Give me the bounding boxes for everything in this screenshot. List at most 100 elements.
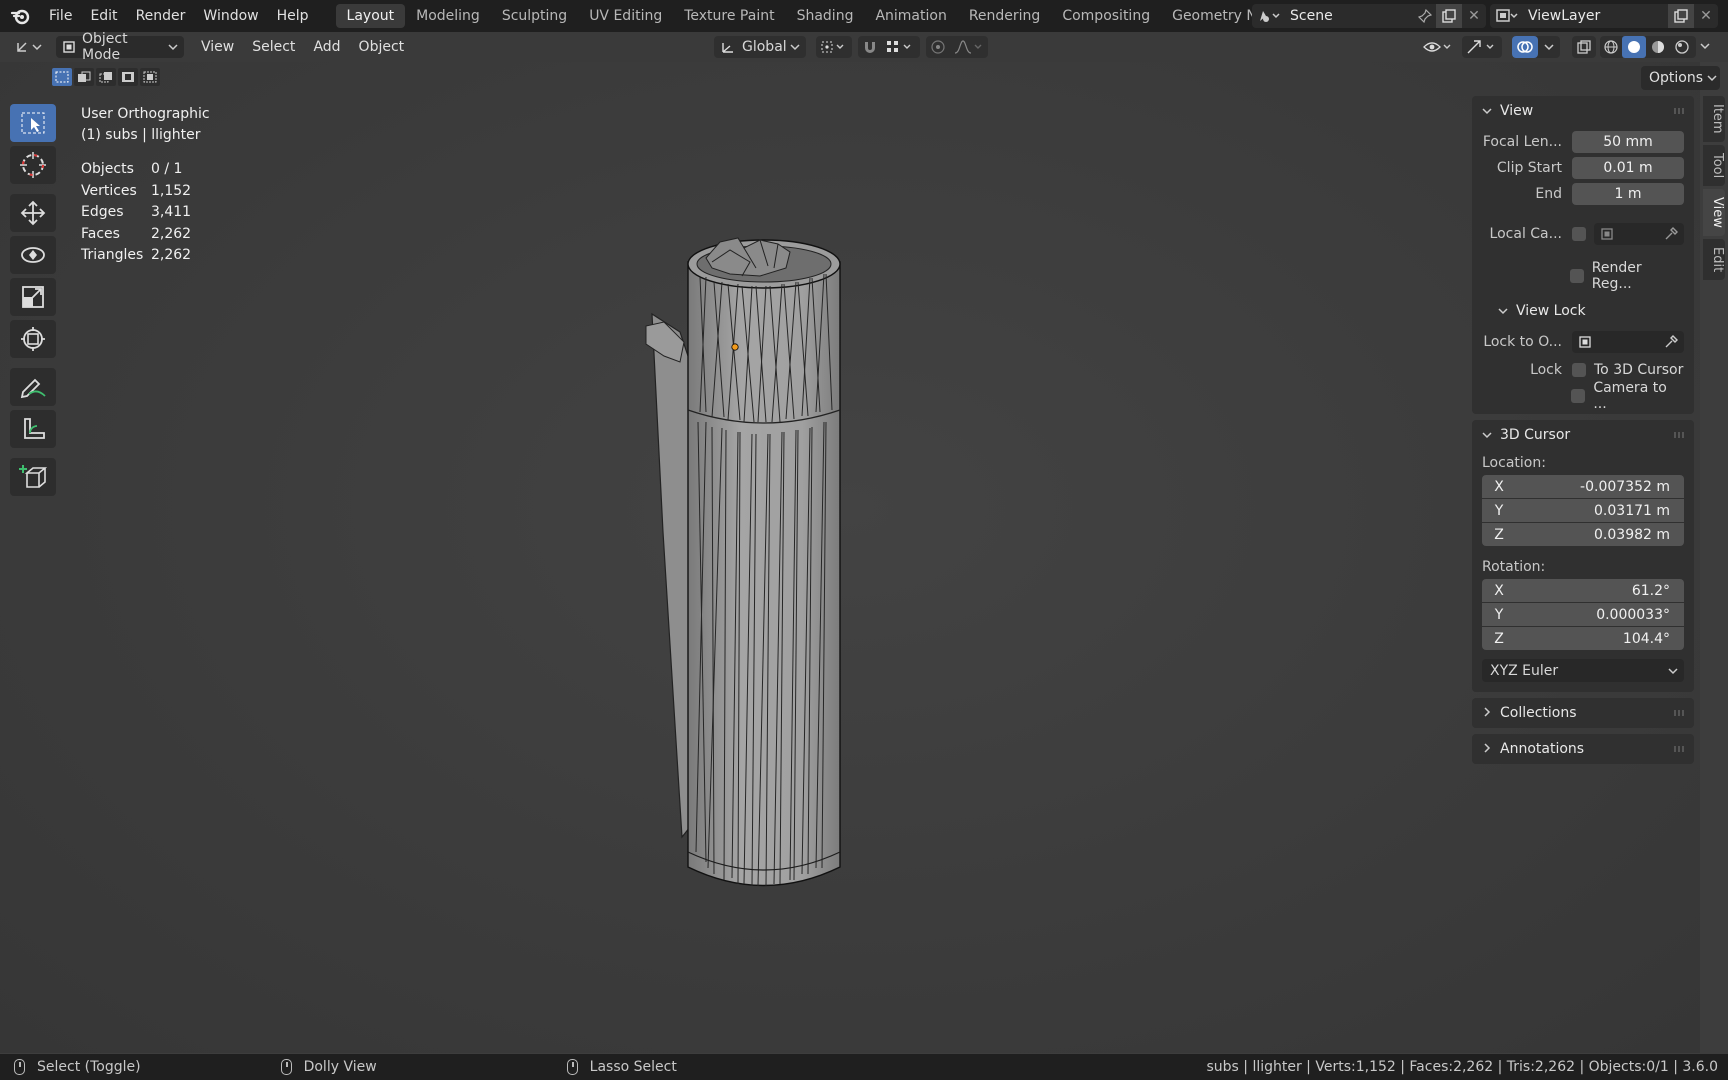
clip-start-field[interactable]: 0.01 m bbox=[1572, 157, 1684, 179]
menu-add[interactable]: Add bbox=[304, 39, 349, 55]
select-intersect-icon[interactable] bbox=[140, 68, 160, 86]
view-layer-selector[interactable]: ViewLayer ✕ bbox=[1490, 4, 1718, 28]
3d-cursor-header[interactable]: 3D Cursor bbox=[1472, 420, 1694, 450]
annotations-panel[interactable]: Annotations bbox=[1472, 734, 1694, 764]
tab-sculpting[interactable]: Sculpting bbox=[491, 4, 578, 28]
snap-grid-icon[interactable] bbox=[882, 40, 920, 54]
cursor-tool[interactable] bbox=[10, 146, 56, 184]
menu-object[interactable]: Object bbox=[350, 39, 414, 55]
wireframe-shading-icon[interactable] bbox=[1600, 39, 1622, 55]
cursor-rotation-x[interactable]: X 61.2° bbox=[1482, 579, 1684, 602]
object-info: (1) subs | llighter bbox=[81, 127, 201, 143]
view-panel-header[interactable]: View bbox=[1472, 96, 1694, 126]
overlays-dropdown[interactable] bbox=[1512, 36, 1560, 58]
menu-render[interactable]: Render bbox=[127, 0, 195, 32]
drag-grip-icon[interactable] bbox=[1674, 710, 1686, 716]
drag-grip-icon[interactable] bbox=[1674, 746, 1686, 752]
move-tool[interactable] bbox=[10, 194, 56, 232]
annotations-header[interactable]: Annotations bbox=[1472, 734, 1694, 764]
tab-view[interactable]: View bbox=[1703, 188, 1725, 236]
drag-grip-icon[interactable] bbox=[1674, 108, 1686, 114]
proportional-editing[interactable] bbox=[926, 36, 988, 58]
material-shading-icon[interactable] bbox=[1646, 39, 1670, 55]
focal-length-field[interactable]: 50 mm bbox=[1572, 131, 1684, 153]
menu-view[interactable]: View bbox=[192, 39, 243, 55]
new-view-layer-icon[interactable] bbox=[1668, 4, 1694, 28]
new-scene-icon[interactable] bbox=[1436, 4, 1462, 28]
cursor-rotation-y[interactable]: Y 0.000033° bbox=[1482, 603, 1684, 626]
tab-uv-editing[interactable]: UV Editing bbox=[578, 4, 673, 28]
lighter-mesh[interactable] bbox=[0, 62, 1700, 1053]
pivot-dropdown[interactable] bbox=[816, 36, 852, 58]
tab-texture-paint[interactable]: Texture Paint bbox=[673, 4, 785, 28]
eyedropper-icon[interactable] bbox=[1664, 227, 1678, 241]
tab-rendering[interactable]: Rendering bbox=[958, 4, 1052, 28]
cursor-location-y[interactable]: Y 0.03171 m bbox=[1482, 499, 1684, 522]
editor-type-dropdown[interactable] bbox=[10, 36, 50, 58]
select-invert-icon[interactable] bbox=[118, 68, 138, 86]
mode-dropdown[interactable]: Object Mode bbox=[56, 31, 184, 63]
camera-to-view-checkbox[interactable] bbox=[1571, 389, 1586, 403]
tab-layout[interactable]: Layout bbox=[335, 4, 406, 28]
scene-selector[interactable]: Scene ✕ bbox=[1252, 4, 1486, 28]
tab-shading[interactable]: Shading bbox=[786, 4, 865, 28]
collections-panel[interactable]: Collections bbox=[1472, 698, 1694, 728]
select-extend-icon[interactable] bbox=[74, 68, 94, 86]
tab-modeling[interactable]: Modeling bbox=[405, 4, 491, 28]
options-dropdown[interactable]: Options bbox=[1641, 66, 1720, 90]
rotation-mode-dropdown[interactable]: XYZ Euler bbox=[1482, 659, 1684, 682]
gizmo-dropdown[interactable] bbox=[1462, 36, 1502, 58]
delete-view-layer-icon[interactable]: ✕ bbox=[1694, 8, 1718, 24]
cursor-location-x[interactable]: X -0.007352 m bbox=[1482, 475, 1684, 498]
lock-to-cursor-checkbox[interactable] bbox=[1572, 363, 1586, 377]
scale-tool[interactable] bbox=[10, 278, 56, 316]
snap-toggle[interactable] bbox=[858, 36, 920, 58]
chevron-down-icon[interactable] bbox=[1538, 43, 1560, 51]
solid-shading-icon[interactable] bbox=[1622, 36, 1646, 58]
tab-item[interactable]: Item bbox=[1703, 96, 1725, 142]
local-camera-checkbox[interactable] bbox=[1572, 227, 1586, 241]
overlays-icon[interactable] bbox=[1512, 36, 1538, 58]
tab-tool[interactable]: Tool bbox=[1703, 144, 1725, 186]
menu-file[interactable]: File bbox=[40, 0, 81, 32]
rotate-tool[interactable] bbox=[10, 236, 56, 274]
cursor-location-z[interactable]: Z 0.03982 m bbox=[1482, 523, 1684, 546]
menu-edit[interactable]: Edit bbox=[81, 0, 126, 32]
pin-icon[interactable] bbox=[1414, 9, 1436, 23]
lock-to-object-field[interactable] bbox=[1572, 331, 1684, 353]
falloff-icon[interactable] bbox=[950, 40, 988, 54]
proportional-icon[interactable] bbox=[926, 39, 950, 55]
menu-window[interactable]: Window bbox=[194, 0, 267, 32]
shading-dropdown-chevron-icon[interactable] bbox=[1700, 42, 1710, 50]
measure-tool[interactable] bbox=[10, 410, 56, 448]
select-box-tool[interactable] bbox=[10, 104, 56, 142]
view-layer-name[interactable]: ViewLayer bbox=[1524, 8, 1668, 24]
tab-edit[interactable]: Edit bbox=[1703, 238, 1725, 280]
orientation-dropdown[interactable]: Global bbox=[714, 36, 806, 58]
visibility-dropdown[interactable] bbox=[1420, 36, 1456, 58]
clip-end-field[interactable]: 1 m bbox=[1572, 183, 1684, 205]
eyedropper-icon[interactable] bbox=[1664, 335, 1678, 349]
3d-viewport[interactable] bbox=[0, 62, 1700, 1053]
tab-animation[interactable]: Animation bbox=[864, 4, 957, 28]
xray-toggle[interactable] bbox=[1572, 36, 1596, 58]
cursor-rotation-z[interactable]: Z 104.4° bbox=[1482, 627, 1684, 650]
magnet-icon[interactable] bbox=[858, 39, 882, 55]
select-new-icon[interactable] bbox=[52, 68, 72, 86]
delete-scene-icon[interactable]: ✕ bbox=[1462, 8, 1486, 24]
collections-header[interactable]: Collections bbox=[1472, 698, 1694, 728]
drag-grip-icon[interactable] bbox=[1674, 432, 1686, 438]
blender-logo-icon[interactable] bbox=[0, 0, 40, 32]
view-lock-header[interactable]: View Lock bbox=[1472, 296, 1694, 326]
render-region-checkbox[interactable] bbox=[1570, 269, 1584, 283]
add-cube-tool[interactable] bbox=[10, 458, 56, 496]
tab-compositing[interactable]: Compositing bbox=[1051, 4, 1161, 28]
menu-help[interactable]: Help bbox=[268, 0, 318, 32]
transform-tool[interactable] bbox=[10, 320, 56, 358]
scene-name[interactable]: Scene bbox=[1286, 8, 1414, 24]
annotate-tool[interactable] bbox=[10, 368, 56, 406]
local-camera-field[interactable] bbox=[1594, 223, 1684, 245]
select-subtract-icon[interactable] bbox=[96, 68, 116, 86]
menu-select[interactable]: Select bbox=[243, 39, 304, 55]
rendered-shading-icon[interactable] bbox=[1670, 39, 1694, 55]
